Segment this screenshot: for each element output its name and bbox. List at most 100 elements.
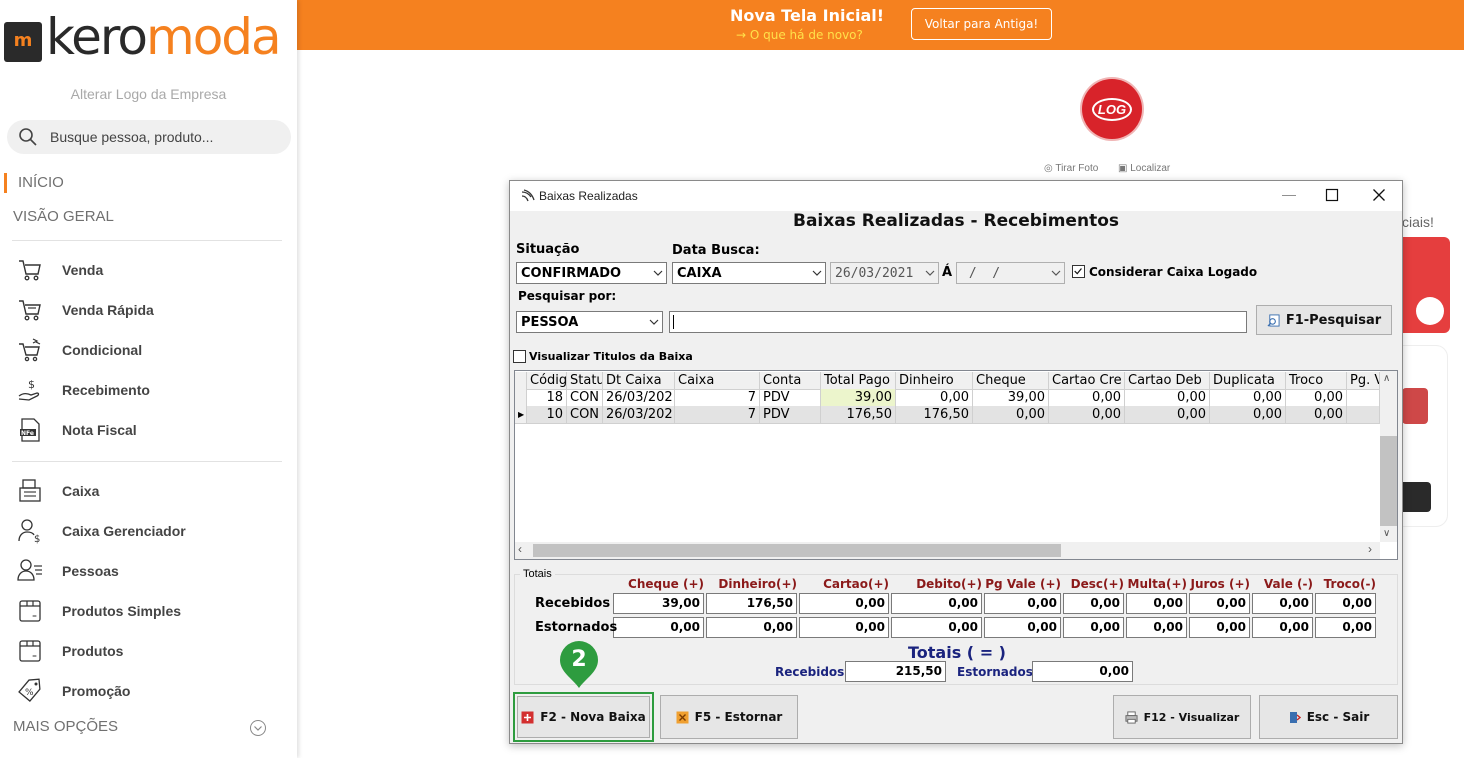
date-to-field[interactable]: / / <box>956 262 1065 284</box>
minimize-icon[interactable]: — <box>1280 186 1298 204</box>
estornados-value: 0,00 <box>1126 617 1187 638</box>
sidebar-item-recebimento[interactable]: $ Recebimento <box>16 376 286 404</box>
row-indicator[interactable]: ▶ <box>515 406 527 424</box>
grid-cell[interactable]: 0,00 <box>973 406 1049 424</box>
localizar-link[interactable]: ▣ Localizar <box>1118 163 1170 174</box>
row-indicator[interactable] <box>515 389 527 407</box>
horizontal-scroll-thumb[interactable] <box>533 544 1061 557</box>
sair-button[interactable]: Esc - Sair <box>1259 695 1398 739</box>
visualizar-button[interactable]: F12 - Visualizar <box>1113 695 1251 739</box>
nav-visao-geral[interactable]: VISÃO GERAL <box>13 208 114 225</box>
scroll-left-icon[interactable]: ‹ <box>518 542 522 556</box>
printer-icon <box>1125 710 1138 724</box>
pesquisar-button[interactable]: F1-Pesquisar <box>1256 305 1392 335</box>
close-icon[interactable] <box>1372 188 1386 202</box>
grid-column-header[interactable]: Cartao Deb <box>1125 372 1210 390</box>
background-dark-button[interactable] <box>1402 482 1431 512</box>
hand-money-icon: $ <box>18 378 40 401</box>
scroll-right-icon[interactable]: › <box>1368 542 1372 556</box>
maximize-icon[interactable] <box>1325 188 1339 202</box>
grid-column-header[interactable]: Total Pago <box>821 372 896 390</box>
recebidos-value: 0,00 <box>1063 593 1124 614</box>
totals-column-header: Cheque (+) <box>628 577 704 591</box>
grid-cell[interactable]: 0,00 <box>1049 389 1125 407</box>
grid-column-header[interactable]: Statu <box>567 372 603 390</box>
sidebar-item-produtos[interactable]: = Produtos <box>16 637 286 665</box>
sidebar-item-venda-rapida[interactable]: Venda Rápida <box>16 296 286 324</box>
grid-cell[interactable]: CON <box>567 389 603 407</box>
grid-cell[interactable]: PDV <box>760 389 821 407</box>
chevron-down-icon[interactable] <box>249 719 267 737</box>
sidebar-item-condicional[interactable]: Condicional <box>16 336 286 364</box>
back-to-old-button[interactable]: Voltar para Antiga! <box>911 8 1052 40</box>
alter-logo-link[interactable]: Alterar Logo da Empresa <box>0 86 297 102</box>
visualizar-checkbox[interactable] <box>513 350 526 363</box>
grid-cell[interactable]: 0,00 <box>1210 389 1286 407</box>
grid-cell[interactable]: 176,50 <box>896 406 973 424</box>
mais-opcoes-toggle[interactable]: MAIS OPÇÕES <box>13 718 118 735</box>
grid-cell[interactable]: 18 <box>527 389 567 407</box>
considerar-checkbox[interactable] <box>1072 265 1085 278</box>
grid-cell[interactable]: 10 <box>527 406 567 424</box>
dialog-titlebar[interactable] <box>510 181 1402 211</box>
grid-cell[interactable] <box>1347 389 1380 407</box>
sidebar-item-promocao[interactable]: % Promoção <box>16 677 286 705</box>
pesquisar-select[interactable]: PESSOA <box>516 311 663 333</box>
app-icon <box>521 189 535 202</box>
data-busca-select[interactable]: CAIXA <box>672 262 826 284</box>
grid-cell[interactable]: 0,00 <box>1210 406 1286 424</box>
grid-cell[interactable]: 0,00 <box>1125 406 1210 424</box>
grid-column-header[interactable]: Troco <box>1286 372 1347 390</box>
grid-column-header[interactable]: Conta <box>760 372 821 390</box>
date-from-field[interactable]: 26/03/2021 <box>830 262 939 284</box>
pesquisar-value: PESSOA <box>521 314 579 330</box>
nav-inicio[interactable]: INÍCIO <box>18 174 64 191</box>
grid-cell[interactable]: PDV <box>760 406 821 424</box>
sidebar-item-caixa-gerenciador[interactable]: $ Caixa Gerenciador <box>16 517 286 545</box>
estornar-button[interactable]: F5 - Estornar <box>660 695 798 739</box>
grid-cell[interactable] <box>1347 406 1380 424</box>
grid-cell[interactable]: 39,00 <box>973 389 1049 407</box>
company-avatar[interactable]: LOG <box>1082 79 1142 139</box>
grid-column-header[interactable]: Dinheiro <box>896 372 973 390</box>
banner-subtitle-link[interactable]: → O que há de novo? <box>736 28 863 42</box>
sidebar-item-nota-fiscal[interactable]: NFe Nota Fiscal <box>16 416 286 444</box>
totals-column-header: Cartao(+) <box>823 577 889 591</box>
grid-cell[interactable]: 0,00 <box>1049 406 1125 424</box>
vertical-scroll-thumb[interactable] <box>1380 436 1397 526</box>
sidebar-item-pessoas[interactable]: Pessoas <box>16 557 286 585</box>
grid-cell[interactable]: 39,00 <box>821 389 896 407</box>
log-badge-text: LOG <box>1091 97 1133 121</box>
chevron-down-icon <box>653 270 663 276</box>
grid-cell[interactable]: 0,00 <box>1125 389 1210 407</box>
sidebar-item-produtos-simples[interactable]: = Produtos Simples <box>16 597 286 625</box>
banner-title[interactable]: Nova Tela Inicial! <box>730 6 884 25</box>
nova-baixa-button[interactable]: F2 - Nova Baixa <box>517 696 650 738</box>
tirar-foto-link[interactable]: ◎ Tirar Foto <box>1044 163 1098 174</box>
grid-cell[interactable]: 26/03/202 <box>603 406 675 424</box>
sidebar-item-caixa[interactable]: Caixa <box>16 477 286 505</box>
grid-column-header[interactable]: Dt Caixa <box>603 372 675 390</box>
grid-column-header[interactable]: Códig <box>527 372 567 390</box>
grid-column-header[interactable]: Pg. V <box>1347 372 1380 390</box>
pesquisar-input[interactable] <box>669 311 1247 333</box>
grid-cell[interactable]: 0,00 <box>1286 406 1347 424</box>
cash-register-icon <box>19 479 41 502</box>
situacao-select[interactable]: CONFIRMADO <box>516 262 667 284</box>
grid-cell[interactable]: 0,00 <box>896 389 973 407</box>
grid-cell[interactable]: 7 <box>675 406 760 424</box>
grid-column-header[interactable]: Cheque <box>973 372 1049 390</box>
scroll-up-icon[interactable]: ∧ <box>1383 373 1390 384</box>
grid-column-header[interactable]: Cartao Cre <box>1049 372 1125 390</box>
grid-cell[interactable]: 7 <box>675 389 760 407</box>
scroll-down-icon[interactable]: ∨ <box>1383 528 1390 539</box>
grid-cell[interactable]: 176,50 <box>821 406 896 424</box>
grid-cell[interactable]: 0,00 <box>1286 389 1347 407</box>
cloud-upload-icon[interactable] <box>1416 297 1444 325</box>
grid-cell[interactable]: 26/03/202 <box>603 389 675 407</box>
sidebar-item-venda[interactable]: Venda <box>16 256 286 284</box>
grid-cell[interactable]: CON <box>567 406 603 424</box>
grid-column-header[interactable]: Duplicata <box>1210 372 1286 390</box>
box-icon: = <box>19 640 41 662</box>
grid-column-header[interactable]: Caixa <box>675 372 760 390</box>
